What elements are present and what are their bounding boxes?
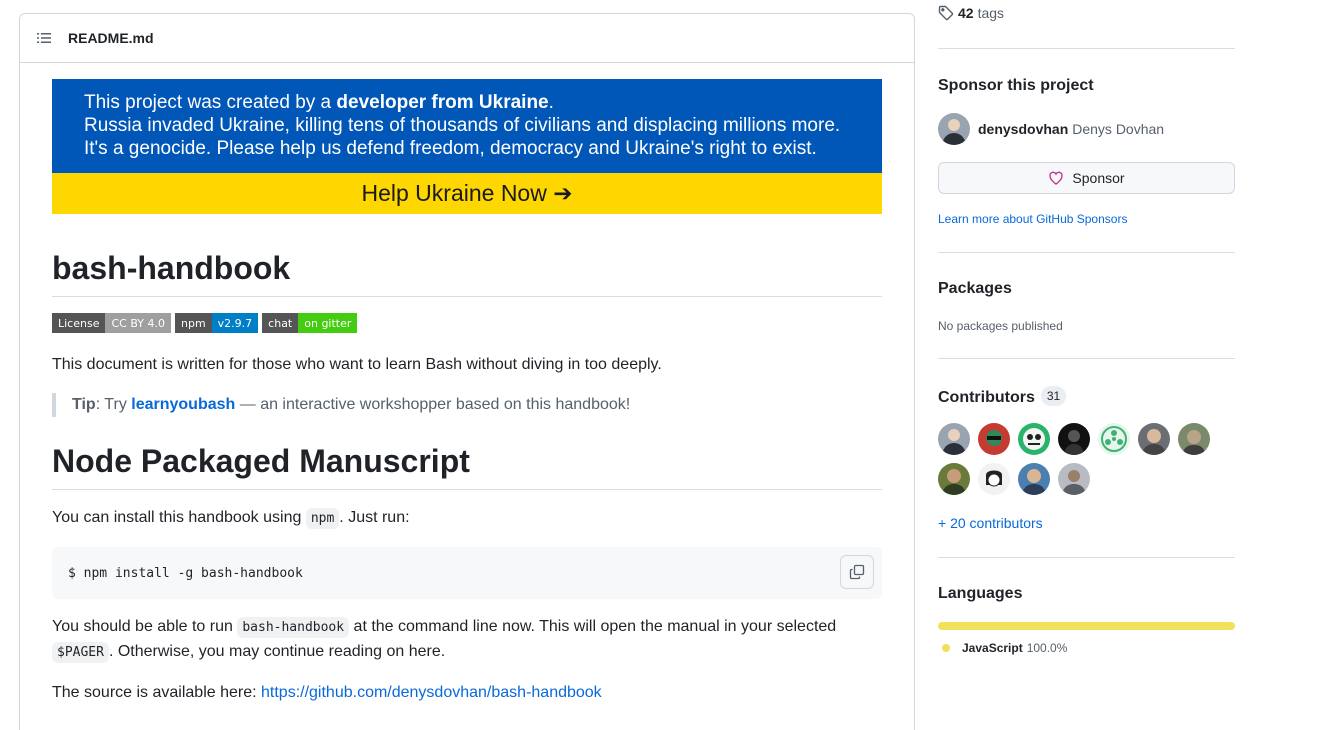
outline-list-icon[interactable]	[36, 30, 52, 46]
avatar[interactable]	[978, 423, 1010, 455]
badge-value: v2.9.7	[211, 313, 259, 333]
badge-value: CC BY 4.0	[105, 313, 171, 333]
readme-filename[interactable]: README.md	[68, 30, 154, 46]
language-bar	[938, 622, 1235, 630]
avatar[interactable]	[938, 423, 970, 455]
tags-label: tags	[977, 5, 1005, 21]
more-contributors-link[interactable]: + 20 contributors	[938, 515, 1043, 531]
inline-code: npm	[305, 508, 340, 529]
install-paragraph: You can install this handbook using npm.…	[52, 506, 882, 531]
avatar	[938, 113, 970, 145]
source-link[interactable]: https://github.com/denysdovhan/bash-hand…	[261, 684, 602, 701]
run-text-end: . Otherwise, you may continue reading on…	[108, 643, 446, 660]
run-text: You should be able to run	[52, 618, 238, 635]
badge-label: npm	[175, 313, 212, 333]
divider	[938, 557, 1235, 558]
divider	[938, 252, 1235, 253]
tags-link[interactable]: 42 tags	[938, 5, 1004, 21]
chat-badge[interactable]: chat on gitter	[262, 313, 358, 333]
contributor-avatars	[938, 423, 1238, 503]
banner-message: This project was created by a developer …	[52, 79, 882, 173]
tip-label: Tip	[72, 396, 96, 413]
learn-sponsors-link[interactable]: Learn more about GitHub Sponsors	[938, 212, 1127, 226]
avatar[interactable]	[1018, 423, 1050, 455]
divider	[938, 358, 1235, 359]
readme-panel: README.md This project was created by a …	[19, 13, 915, 730]
avatar[interactable]	[1178, 423, 1210, 455]
install-text: You can install this handbook using	[52, 509, 306, 526]
install-code-block: $ npm install -g bash-handbook	[52, 547, 882, 599]
heart-icon	[1049, 171, 1064, 185]
packages-heading[interactable]: Packages	[938, 280, 1012, 298]
sponsor-login: denysdovhan	[978, 121, 1069, 137]
install-text-end: . Just run:	[339, 509, 410, 526]
intro-paragraph: This document is written for those who w…	[52, 356, 662, 373]
tip-text: : Try	[95, 396, 132, 413]
avatar[interactable]	[1098, 423, 1130, 455]
sponsor-heading: Sponsor this project	[938, 77, 1094, 94]
tags-count: 42	[958, 5, 974, 21]
readme-title-heading: bash-handbook	[52, 248, 882, 297]
badge-value: on gitter	[298, 313, 358, 333]
tag-icon	[938, 5, 954, 21]
badge-label: chat	[262, 313, 299, 333]
banner-line2: Russia invaded Ukraine, killing tens of …	[84, 115, 841, 136]
readme-header: README.md	[20, 14, 914, 63]
readme-content: This project was created by a developer …	[52, 79, 882, 705]
tip-quote: Tip: Try learnyoubash — an interactive w…	[52, 393, 882, 417]
banner-bold: developer from Ukraine	[336, 92, 549, 113]
npm-badge[interactable]: npm v2.9.7	[175, 313, 259, 333]
sponsor-button-label: Sponsor	[1072, 170, 1125, 186]
no-packages-text: No packages published	[938, 319, 1063, 333]
copy-icon	[849, 564, 865, 580]
install-command: $ npm install -g bash-handbook	[68, 565, 303, 581]
section-heading: Node Packaged Manuscript	[52, 441, 882, 490]
badge-row: License CC BY 4.0 npm v2.9.7 chat on git…	[52, 313, 882, 333]
divider	[938, 48, 1235, 49]
language-item[interactable]: JavaScript 100.0%	[942, 641, 1067, 655]
avatar[interactable]	[1138, 423, 1170, 455]
contributors-heading[interactable]: Contributors 31	[938, 386, 1067, 407]
banner-line1: This project was created by a	[84, 92, 337, 113]
contributors-count: 31	[1040, 386, 1067, 406]
source-text: The source is available here:	[52, 684, 261, 701]
learnyoubash-link[interactable]: learnyoubash	[131, 396, 235, 413]
run-paragraph: You should be able to run bash-handbook …	[52, 615, 882, 665]
copy-button[interactable]	[840, 555, 874, 589]
avatar[interactable]	[1058, 463, 1090, 495]
avatar[interactable]	[938, 463, 970, 495]
avatar[interactable]	[978, 463, 1010, 495]
language-color-dot	[942, 644, 950, 652]
inline-code: bash-handbook	[237, 617, 350, 638]
language-name: JavaScript	[962, 641, 1023, 655]
avatar[interactable]	[1058, 423, 1090, 455]
badge-label: License	[52, 313, 106, 333]
banner-line3: It's a genocide. Please help us defend f…	[84, 138, 817, 159]
language-percent: 100.0%	[1026, 641, 1068, 655]
help-ukraine-link[interactable]: Help Ukraine Now ➔	[52, 173, 882, 214]
contributors-label: Contributors	[938, 389, 1035, 406]
run-text-mid: at the command line now. This will open …	[349, 618, 837, 635]
sponsor-fullname: Denys Dovhan	[1072, 121, 1165, 137]
ukraine-banner[interactable]: This project was created by a developer …	[52, 79, 882, 214]
sponsor-user[interactable]: denysdovhan Denys Dovhan	[938, 113, 1164, 145]
tip-text-end: — an interactive workshopper based on th…	[235, 396, 631, 413]
inline-code: $PAGER	[52, 642, 109, 663]
banner-line1-end: .	[548, 92, 554, 113]
avatar[interactable]	[1018, 463, 1050, 495]
sponsor-button[interactable]: Sponsor	[938, 162, 1235, 194]
source-paragraph: The source is available here: https://gi…	[52, 681, 882, 705]
license-badge[interactable]: License CC BY 4.0	[52, 313, 171, 333]
languages-heading: Languages	[938, 585, 1023, 602]
